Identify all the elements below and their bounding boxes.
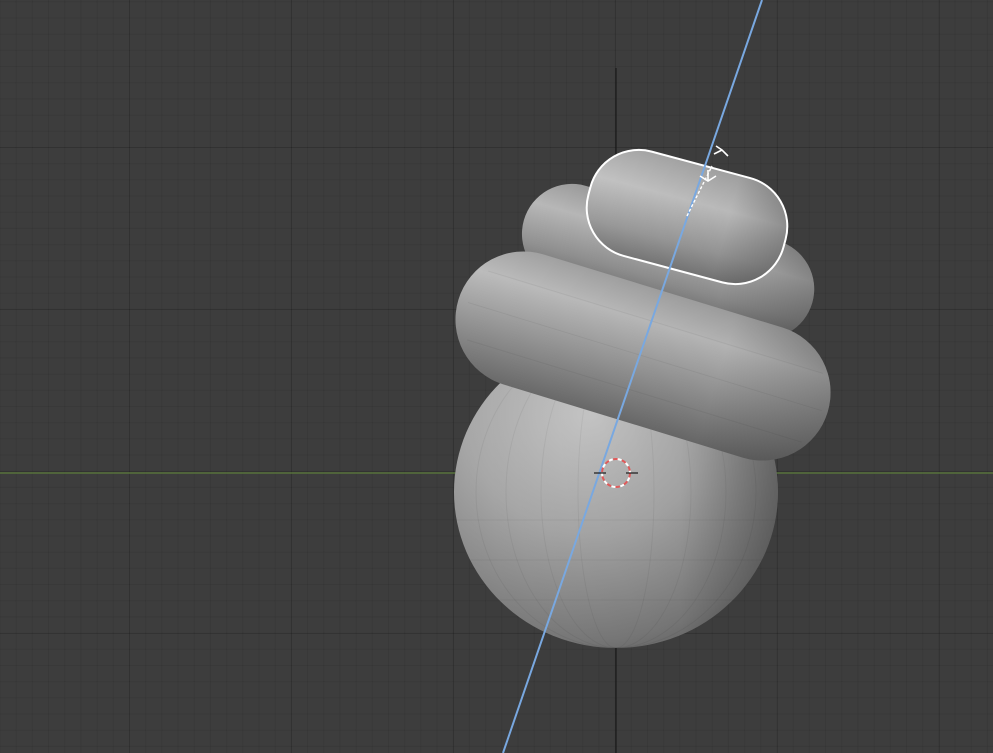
3d-viewport[interactable] bbox=[0, 0, 993, 753]
arrow-up-icon[interactable] bbox=[713, 145, 729, 157]
scene-canvas[interactable] bbox=[0, 0, 993, 753]
